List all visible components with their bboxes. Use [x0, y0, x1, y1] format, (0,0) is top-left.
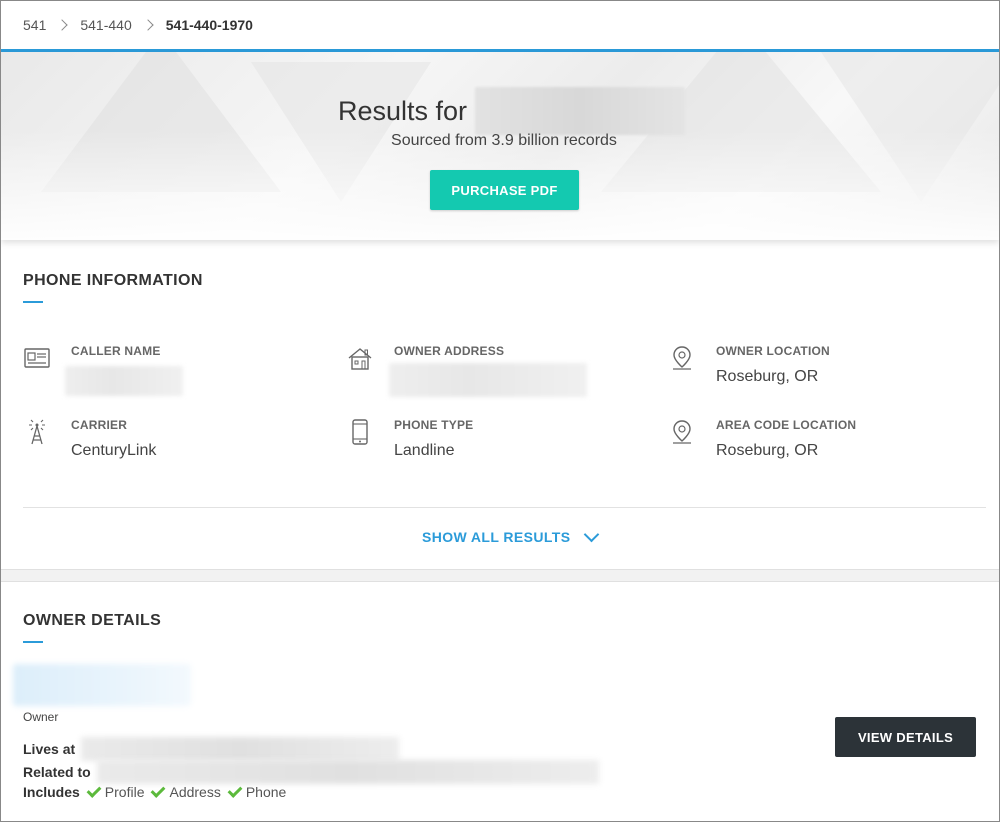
owner-name-redacted[interactable]	[13, 664, 191, 706]
include-phone-label: Phone	[245, 784, 287, 800]
phone-type-label: PHONE TYPE	[394, 418, 474, 432]
breadcrumb-bar: 541 541-440 541-440-1970	[1, 1, 999, 52]
owner-address-label: OWNER ADDRESS	[394, 344, 505, 358]
lives-at-label: Lives at	[23, 741, 76, 757]
includes-label: Includes	[23, 784, 80, 800]
view-details-button[interactable]: VIEW DETAILS	[835, 717, 976, 757]
include-profile-label: Profile	[104, 784, 145, 800]
lives-at-row: Lives at	[23, 737, 400, 761]
heading-underline	[23, 301, 43, 303]
breadcrumb-link-area-code[interactable]: 541	[23, 17, 46, 33]
carrier-field: CARRIER CenturyLink	[23, 418, 323, 468]
include-address-label: Address	[169, 784, 221, 800]
chevron-right-icon	[142, 19, 154, 31]
owner-details-heading: OWNER DETAILS	[23, 612, 162, 629]
purchase-pdf-button[interactable]: PURCHASE PDF	[430, 170, 579, 210]
section-separator	[1, 569, 999, 582]
divider	[23, 507, 986, 508]
cell-tower-icon	[29, 419, 45, 445]
chevron-right-icon	[56, 19, 69, 31]
location-pin-icon	[673, 346, 691, 370]
phone-icon	[352, 419, 368, 445]
related-to-redacted	[96, 760, 599, 784]
check-icon	[227, 782, 243, 798]
show-all-results-label: SHOW ALL RESULTS	[422, 529, 571, 545]
phone-type-value: Landline	[394, 442, 455, 459]
owner-location-field: OWNER LOCATION Roseburg, OR	[668, 344, 988, 394]
location-pin-icon	[673, 420, 691, 444]
include-phone: Phone	[227, 782, 287, 800]
owner-role-label: Owner	[23, 710, 59, 724]
area-code-location-value: Roseburg, OR	[716, 442, 819, 459]
results-hero: Results for Sourced from 3.9 billion rec…	[1, 52, 999, 240]
show-all-results-link[interactable]: SHOW ALL RESULTS	[422, 526, 600, 545]
breadcrumb-current: 541-440-1970	[165, 17, 253, 33]
breadcrumb-link-prefix[interactable]: 541-440	[80, 17, 131, 33]
phone-information-heading: PHONE INFORMATION	[23, 272, 203, 289]
results-title-text: Results for	[338, 95, 468, 126]
chevron-down-icon	[584, 526, 600, 543]
results-title: Results for	[338, 87, 686, 135]
lives-at-redacted	[81, 737, 400, 761]
owner-location-value: Roseburg, OR	[716, 368, 819, 385]
check-icon	[86, 782, 102, 798]
redacted-phone-owner	[475, 87, 686, 135]
caller-name-label: CALLER NAME	[71, 344, 161, 358]
heading-underline	[23, 641, 43, 643]
owner-address-value-redacted	[389, 363, 587, 397]
area-code-location-field: AREA CODE LOCATION Roseburg, OR	[668, 418, 988, 468]
carrier-value: CenturyLink	[71, 442, 157, 459]
records-subtitle: Sourced from 3.9 billion records	[391, 132, 617, 149]
page-frame: 541 541-440 541-440-1970 Results for Sou…	[0, 0, 1000, 822]
include-address: Address	[151, 782, 221, 800]
owner-location-label: OWNER LOCATION	[716, 344, 830, 358]
related-to-label: Related to	[23, 764, 91, 780]
caller-name-value-redacted	[65, 366, 183, 396]
house-icon	[348, 348, 372, 370]
id-card-icon	[24, 348, 50, 368]
breadcrumb: 541 541-440 541-440-1970	[23, 17, 253, 33]
includes-row: Includes Profile Address Phone	[23, 782, 287, 800]
include-profile: Profile	[86, 782, 145, 800]
area-code-location-label: AREA CODE LOCATION	[716, 418, 857, 432]
check-icon	[151, 782, 166, 798]
related-to-row: Related to	[23, 760, 599, 784]
phone-type-field: PHONE TYPE Landline	[346, 418, 646, 468]
carrier-label: CARRIER	[71, 418, 128, 432]
